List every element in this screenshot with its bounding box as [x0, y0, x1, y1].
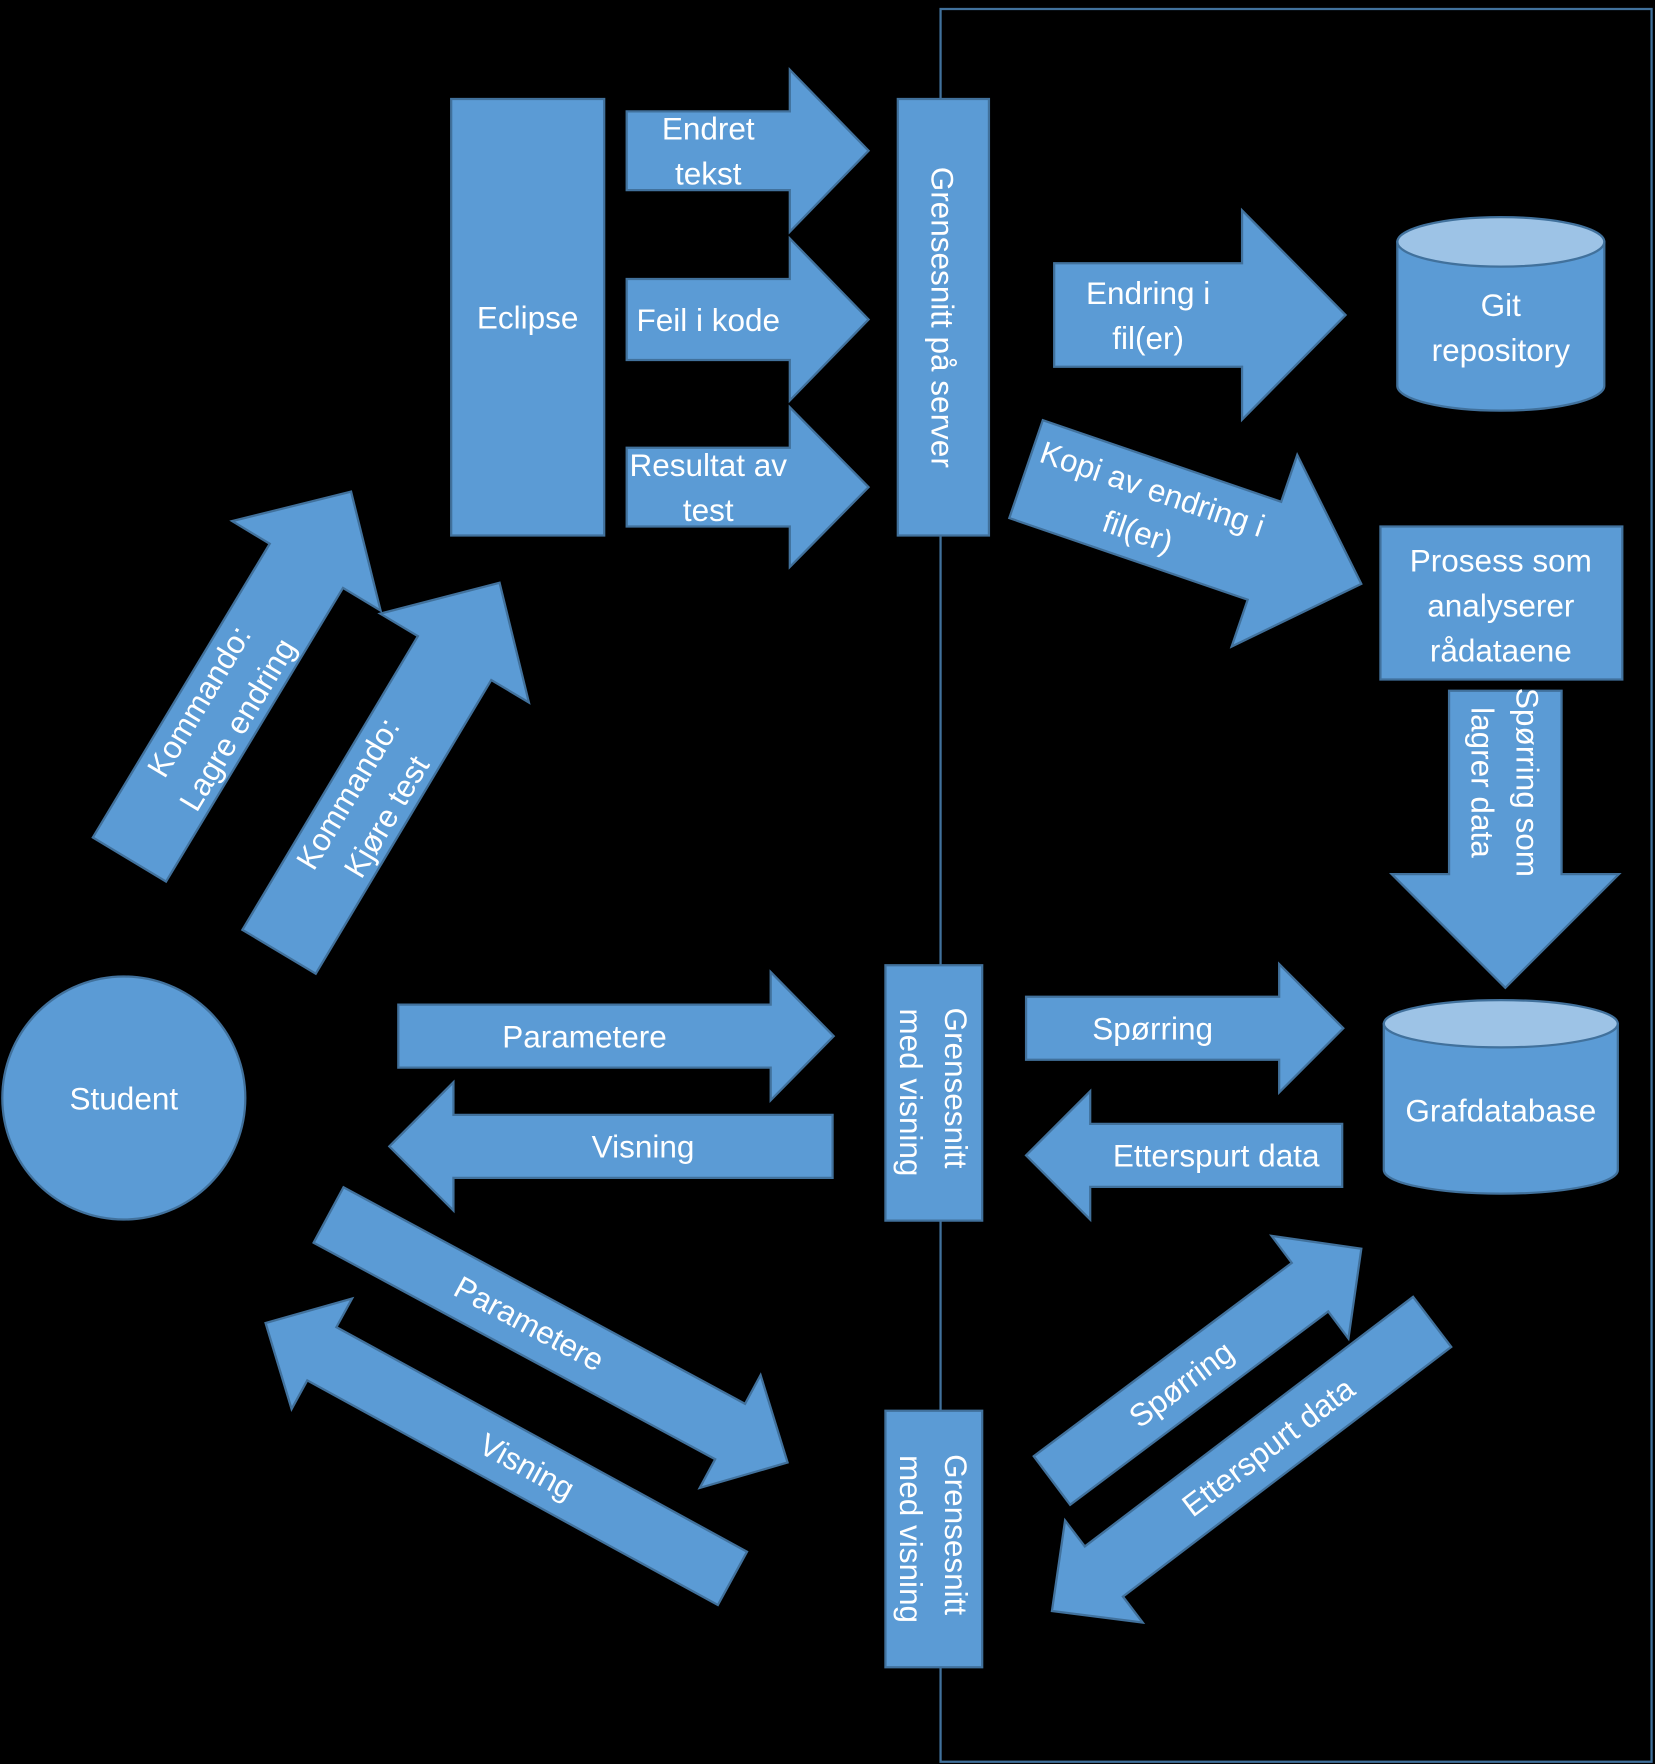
arrow-label: Visning	[592, 1129, 695, 1165]
server-interface-box: Grensesnitt på server	[896, 97, 991, 537]
arrow-visning: Visning	[387, 1079, 834, 1214]
arrow-parametere: Parametere	[397, 969, 836, 1104]
arrow-label: Parametere	[502, 1018, 667, 1054]
interface-box-1: Grensesnitt med visning	[884, 964, 984, 1222]
git-label-line1: Git	[1481, 287, 1522, 323]
arrow-shape	[625, 66, 871, 235]
arrow-label-line: Endret	[662, 111, 755, 147]
arrow-label-line: Visning	[592, 1129, 695, 1165]
grafdatabase-label: Grafdatabase	[1405, 1093, 1596, 1129]
arrow-endring-i-filer: Endring i fil(er)	[1053, 207, 1348, 423]
arrow-label-line: Resultat av	[629, 447, 787, 483]
arrow-label-line: Parametere	[502, 1018, 667, 1054]
eclipse-box: Eclipse	[450, 97, 606, 537]
process-label-line3: rådataene	[1430, 633, 1572, 669]
arrow-sporring: Spørring	[1024, 961, 1345, 1096]
arrow-label-line: test	[683, 492, 734, 528]
process-label-line1: Prosess som	[1410, 543, 1592, 579]
student-circle: Student	[1, 975, 247, 1221]
arrow-etterspurt-data: Etterspurt data	[1024, 1088, 1344, 1223]
arrow-endret-tekst: Endret tekst	[625, 66, 871, 235]
arrow-label-line: lagrer data	[1465, 707, 1501, 858]
arrow-label-line: fil(er)	[1112, 320, 1184, 356]
arrow-label-line: Spørring som	[1510, 688, 1546, 877]
arrow-label-line: Spørring	[1092, 1011, 1213, 1047]
arrow-sporring-lagrer-data: Spørring somlagrer data	[1388, 688, 1622, 990]
arrow-label: Feil i kode	[636, 302, 780, 338]
arrow-label: Spørring	[1092, 1011, 1213, 1047]
arrow-label-line: Feil i kode	[636, 302, 780, 338]
arrow-kopi-av-endring: Kopi av endring ifil(er)	[1007, 418, 1363, 649]
architecture-diagram: Eclipse Grensesnitt på server Git reposi…	[1, 7, 1653, 1763]
arrow-label: Etterspurt data	[1113, 1138, 1320, 1174]
interface-box-2: Grensesnitt med visning	[884, 1409, 984, 1669]
arrow-parametere-diagonal: Parametere	[312, 1185, 789, 1490]
arrow-shape	[625, 404, 871, 570]
process-label-line2: analyserer	[1427, 588, 1574, 624]
student-label: Student	[70, 1080, 179, 1116]
arrow-shape	[1388, 689, 1622, 990]
arrow-shape	[1053, 207, 1348, 423]
git-repository-cylinder: Git repository	[1396, 216, 1606, 412]
arrow-label-line: Endring i	[1086, 275, 1210, 311]
grafdatabase-cylinder: Grafdatabase	[1382, 999, 1619, 1195]
arrow-feil-i-kode: Feil i kode	[625, 235, 871, 404]
arrow-label-line: Etterspurt data	[1113, 1138, 1320, 1174]
arrow-label-line: tekst	[675, 156, 742, 192]
eclipse-label: Eclipse	[477, 300, 579, 336]
arrow-resultat-av-test: Resultat av test	[625, 404, 871, 570]
git-label-line2: repository	[1432, 332, 1571, 368]
process-box: Prosess som analyserer rådataene	[1379, 525, 1624, 681]
server-interface-label: Grensesnitt på server	[925, 167, 961, 468]
